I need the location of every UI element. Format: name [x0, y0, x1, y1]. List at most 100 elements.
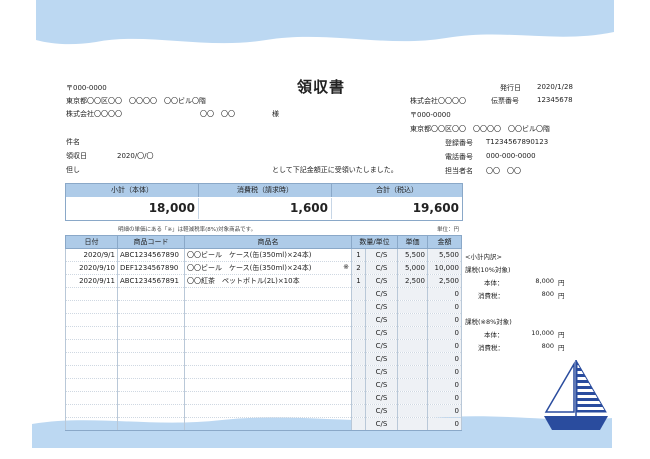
row-date: 2020/9/11	[65, 274, 118, 288]
row-price	[397, 339, 429, 353]
row-price	[397, 313, 429, 327]
row-price: 5,500	[397, 248, 429, 262]
row-price: 5,000	[397, 261, 429, 275]
column-header: 日付	[65, 235, 118, 249]
row-unit: C/S	[364, 274, 399, 288]
row-name	[184, 365, 352, 379]
table-row: C/S 0	[65, 326, 463, 340]
table-row: C/S 0	[65, 339, 463, 353]
table-row: C/S 0	[65, 391, 463, 405]
registration-number: T1234567890123	[486, 138, 549, 146]
issue-date-label: 発行日	[500, 84, 521, 92]
column-header: 商品コード	[117, 235, 185, 249]
row-qty: 2	[351, 261, 366, 275]
tel-label: 電話番号	[445, 153, 473, 161]
row-qty	[351, 391, 366, 405]
table-row: C/S 0	[65, 365, 463, 379]
issuer-company: 株式会社〇〇〇〇	[410, 97, 466, 105]
tax-value: 1,600	[199, 198, 332, 219]
proviso-label: 但し	[66, 166, 80, 174]
tax10-label: 課税(10%対象)	[465, 266, 511, 274]
total-value: 19,600	[412, 201, 459, 215]
row-date	[65, 417, 118, 431]
registration-label: 登録番号	[445, 139, 473, 147]
tax10-base-label: 本体：	[484, 279, 504, 287]
row-name	[184, 352, 352, 366]
row-qty	[351, 417, 366, 431]
row-unit: C/S	[364, 352, 399, 366]
customer-company: 株式会社〇〇〇〇	[66, 110, 122, 118]
row-qty	[351, 404, 366, 418]
row-code: ABC1234567890	[117, 248, 185, 262]
row-price	[397, 287, 429, 301]
row-name-text: 〇〇紅茶 ペットボトル(2L)×10本	[187, 277, 300, 285]
table-row: C/S 0	[65, 313, 463, 327]
row-qty: 1	[351, 248, 366, 262]
table-row: C/S 0	[65, 300, 463, 314]
row-code	[117, 378, 185, 392]
reduced-tax-note: 明細の単価にある「※」は軽減税率(8%)対象商品です。	[118, 227, 257, 233]
subject-label: 件名	[66, 138, 80, 146]
issue-date: 2020/1/28	[537, 83, 573, 91]
row-code	[117, 300, 185, 314]
row-date	[65, 378, 118, 392]
row-amount: 0	[427, 365, 463, 379]
row-date	[65, 365, 118, 379]
row-name	[184, 300, 352, 314]
tax10-base-value: 8,000	[535, 277, 554, 285]
row-price	[397, 300, 429, 314]
row-qty	[351, 365, 366, 379]
row-name	[184, 339, 352, 353]
row-name	[184, 313, 352, 327]
sailboat-icon	[544, 360, 608, 430]
staff-name: 〇〇 〇〇	[486, 167, 521, 175]
row-amount: 0	[427, 326, 463, 340]
row-date: 2020/9/1	[65, 248, 118, 262]
row-name	[184, 391, 352, 405]
customer-postal: 〒000-0000	[66, 84, 107, 92]
row-price	[397, 326, 429, 340]
row-price	[397, 378, 429, 392]
row-code	[117, 352, 185, 366]
row-amount: 0	[427, 300, 463, 314]
issuer-address: 東京都〇〇区〇〇 〇〇〇〇 〇〇ビル〇階	[410, 125, 550, 133]
tax-label: 消費税（請求時）	[199, 184, 332, 197]
row-unit: C/S	[364, 300, 399, 314]
tax8-base-value: 10,000	[531, 329, 554, 337]
staff-label: 担当者名	[445, 167, 473, 175]
breakdown-title: <小計内訳>	[465, 253, 502, 261]
row-unit: C/S	[364, 313, 399, 327]
received-statement: として下記金額正に受領いたしました。	[272, 166, 398, 174]
issuer-postal: 〒000-0000	[410, 111, 451, 119]
yen-unit: 円	[558, 279, 565, 287]
row-date: 2020/9/10	[65, 261, 118, 275]
receipt-date-label: 領収日	[66, 152, 87, 160]
items-table: 日付 商品コード 商品名 数量/単位 単価 金額 2020/9/1 ABC1234…	[65, 235, 463, 431]
row-unit: C/S	[364, 287, 399, 301]
row-name	[184, 404, 352, 418]
row-name	[184, 326, 352, 340]
table-row: C/S 0	[65, 404, 463, 418]
row-price	[397, 365, 429, 379]
row-amount: 2,500	[427, 274, 463, 288]
row-unit: C/S	[364, 365, 399, 379]
row-code	[117, 417, 185, 431]
table-row: 2020/9/10 DEF1234567890 〇〇ビール ケース(缶(350ml)…	[65, 261, 463, 275]
customer-honorific: 様	[272, 110, 279, 118]
subtotal-label: 小計（本体）	[66, 184, 199, 197]
tax8-tax-label: 消費税：	[478, 344, 504, 352]
table-row: 2020/9/11 ABC1234567891 〇〇紅茶 ペットボトル(2L)×10…	[65, 274, 463, 288]
row-code	[117, 391, 185, 405]
table-row: 2020/9/1 ABC1234567890 〇〇ビール ケース(缶(350ml)×…	[65, 248, 463, 262]
row-name	[184, 417, 352, 431]
row-qty: 1	[351, 274, 366, 288]
column-header: 商品名	[184, 235, 352, 249]
row-qty	[351, 339, 366, 353]
row-amount: 0	[427, 339, 463, 353]
subtotal-value: 18,000	[66, 198, 199, 219]
row-qty	[351, 287, 366, 301]
row-name: 〇〇紅茶 ペットボトル(2L)×10本	[184, 274, 352, 288]
table-row: C/S 0	[65, 287, 463, 301]
row-unit: C/S	[364, 261, 399, 275]
row-code	[117, 313, 185, 327]
